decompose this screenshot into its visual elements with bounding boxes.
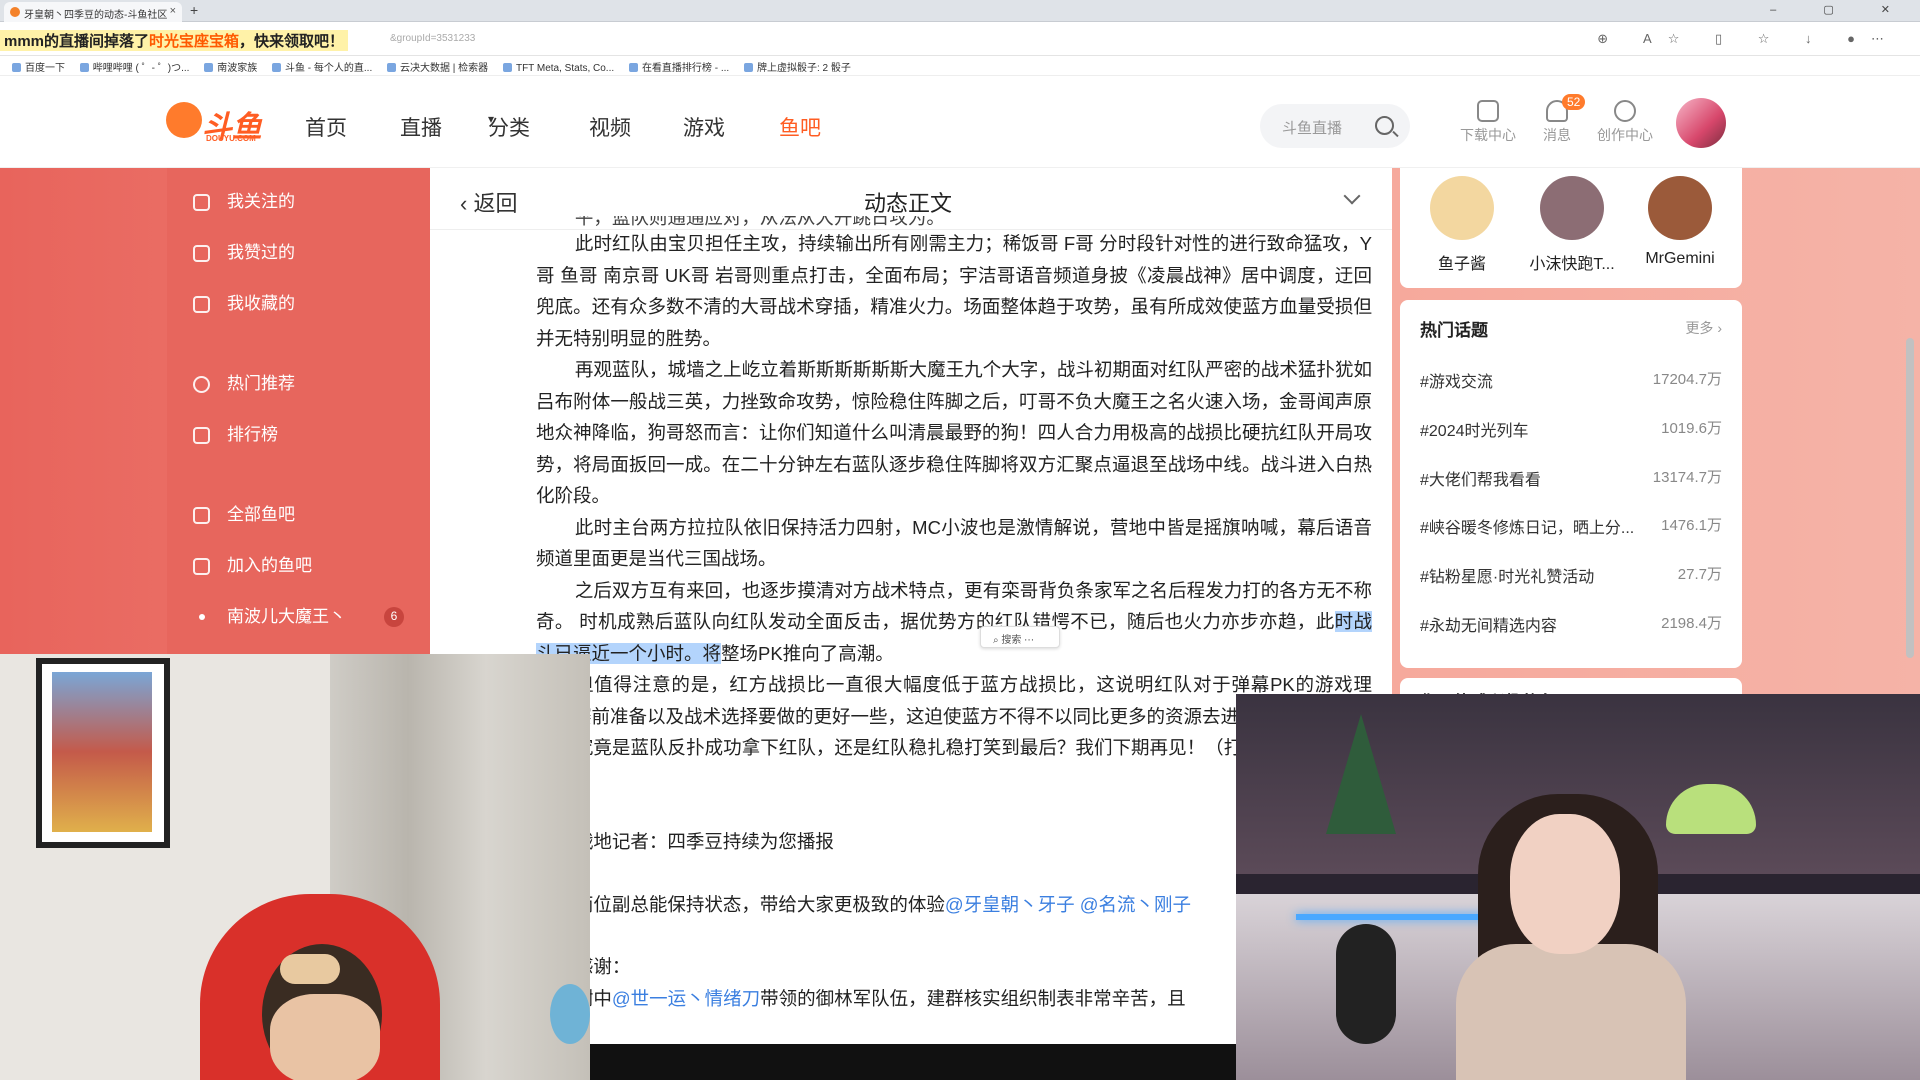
topic-item[interactable]: #永劫无间精选内容 2198.4万: [1420, 612, 1722, 636]
chevron-down-icon[interactable]: [1343, 187, 1361, 205]
bookmark-icon: [193, 558, 210, 575]
bookmark-item[interactable]: TFT Meta, Stats, Co...: [503, 63, 614, 74]
bookmark-item[interactable]: 云决大数据 | 检索器: [387, 59, 488, 74]
yuba-sidebar: 我关注的 我赞过的 我收藏的 热门推荐 排行榜 全部鱼吧 加入的鱼吧 南波儿大魔…: [167, 168, 430, 654]
topic-item[interactable]: #大佬们帮我看看 13174.7万: [1420, 466, 1722, 490]
avatar: [1540, 176, 1604, 240]
fans-card: 鱼子酱 小沫快跑T... MrGemini: [1400, 168, 1742, 288]
wall-poster: [36, 658, 170, 848]
tab-title: 牙皇朝丶四季豆的动态-斗鱼社区: [24, 10, 168, 21]
page-scrollbar[interactable]: [1906, 168, 1914, 688]
home-icon: [193, 507, 210, 524]
bookmark-item[interactable]: 牌上虚拟骰子: 2 骰子: [744, 59, 851, 74]
plush-toy: [550, 984, 590, 1044]
right-column: 鱼子酱 小沫快跑T... MrGemini 热门话题 更多 › #游戏交流 172…: [1400, 168, 1742, 708]
sidebar-item-ranking[interactable]: 排行榜: [167, 419, 430, 451]
mention-link[interactable]: @牙皇朝丶牙子 @名流丶刚子: [945, 894, 1191, 915]
post-paragraph: 再观蓝队，城墙之上屹立着斯斯斯斯斯斯大魔王九个大字，战斗初期面对红队严密的战术猛…: [536, 359, 1372, 506]
thumb-up-icon: [193, 245, 210, 262]
marquee-highlight: 时光宝座宝箱: [149, 33, 240, 50]
browser-tabbar: 牙皇朝丶四季豆的动态-斗鱼社区 × + – ▢ ✕: [0, 0, 1920, 22]
bookmark-item[interactable]: 百度一下: [12, 59, 65, 74]
tab-close-icon[interactable]: ×: [170, 5, 176, 17]
sidebar-item-liked[interactable]: 我赞过的: [167, 237, 430, 269]
nav-yuba[interactable]: 鱼吧: [779, 112, 821, 142]
webcam-left: [0, 654, 590, 1080]
page-title: 动态正文: [864, 191, 953, 216]
post-paragraph: 平，蓝队则通通应对，从法从大开跳日攻为。: [574, 216, 945, 228]
user-avatar[interactable]: [1676, 98, 1726, 148]
topic-item[interactable]: #峡谷暖冬修炼日记，晒上分... 1476.1万: [1420, 514, 1722, 538]
douyu-logo[interactable]: 斗鱼 DOUYU.COM: [166, 100, 266, 144]
avatar: [1648, 176, 1712, 240]
fire-icon: [193, 376, 210, 393]
search-box[interactable]: 斗鱼直播: [1260, 104, 1410, 148]
url-text[interactable]: &groupId=3531233: [390, 33, 475, 44]
nav-live[interactable]: 直播: [400, 112, 442, 142]
streamer-face: [270, 994, 380, 1080]
favorite-icon: [193, 296, 210, 313]
chevron-down-icon: ▾: [488, 112, 495, 126]
more-link[interactable]: 更多 ›: [1685, 318, 1722, 338]
search-input[interactable]: 斗鱼直播: [1282, 120, 1342, 137]
fan-item[interactable]: MrGemini: [1632, 176, 1728, 268]
topic-item[interactable]: #2024时光列车 1019.6万: [1420, 417, 1722, 441]
douyu-favicon-icon: [10, 7, 20, 17]
download-icon: [1477, 100, 1499, 122]
sidebar-item-all-yuba[interactable]: 全部鱼吧: [167, 499, 430, 531]
back-button[interactable]: ‹ 返回: [460, 186, 517, 218]
search-icon[interactable]: [1375, 116, 1394, 135]
sidebar-item-favorites[interactable]: 我收藏的: [167, 288, 430, 320]
nav-game[interactable]: 游戏: [683, 112, 725, 142]
lightbulb-icon: [1614, 100, 1636, 122]
streamer-face: [1510, 814, 1620, 954]
site-header: 斗鱼 DOUYU.COM 首页 直播 分类 ▾ 视频 游戏 鱼吧 斗鱼直播 下载中…: [0, 76, 1920, 168]
webcam-right: [1236, 694, 1920, 1080]
bookmark-item[interactable]: 斗鱼 - 每个人的直...: [272, 59, 372, 74]
avatar: [1430, 176, 1494, 240]
more-icon[interactable]: ⋯: [1024, 635, 1034, 646]
streamer-body: [1456, 944, 1686, 1080]
unread-count-badge: 6: [384, 607, 404, 627]
gift-marquee: mmm的直播间掉落了时光宝座宝箱，快来领取吧！: [0, 30, 349, 51]
post-paragraph: 此时主台两方拉拉队依旧保持活力四射，MC小波也是激情解说，营地中皆是摇旗呐喊，幕…: [536, 516, 1372, 570]
selection-popup[interactable]: ⌕ 搜索 ⋯: [980, 626, 1060, 648]
nav-home[interactable]: 首页: [305, 112, 347, 142]
post-paragraph: 此时红队由宝贝担任主攻，持续输出所有刚需主力；稀饭哥 F哥 分时段针对性的进行致…: [536, 233, 1372, 349]
topic-item[interactable]: #钻粉星愿·时光礼赞活动 27.7万: [1420, 563, 1722, 587]
mention-link[interactable]: @世一运丶情绪刀: [612, 988, 760, 1009]
sidebar-item-joined[interactable]: 加入的鱼吧: [167, 550, 430, 582]
window-controls[interactable]: – ▢ ✕: [1770, 3, 1912, 16]
sidebar-item-following[interactable]: 我关注的: [167, 186, 430, 218]
scrollbar-thumb[interactable]: [1906, 338, 1914, 658]
video-border: [590, 1044, 1236, 1080]
trophy-icon: [193, 427, 210, 444]
microphone: [1336, 924, 1396, 1044]
bookmarks-bar: 百度一下 哔哩哔哩 ( ゜- ゜)つ... 南波家族 斗鱼 - 每个人的直...…: [0, 56, 1920, 76]
message-badge: 52: [1562, 94, 1586, 110]
topic-item[interactable]: #游戏交流 17204.7万: [1420, 368, 1722, 392]
download-center[interactable]: 下载中心: [1453, 100, 1523, 145]
nav-video[interactable]: 视频: [589, 112, 631, 142]
fan-item[interactable]: 小沫快跑T...: [1524, 176, 1620, 274]
hot-topics-title: 热门话题: [1420, 321, 1488, 340]
creator-center[interactable]: 创作中心: [1590, 100, 1660, 145]
bookmark-item[interactable]: 在看直播排行榜 - ...: [629, 59, 729, 74]
bookmark-item[interactable]: 哔哩哔哩 ( ゜- ゜)つ...: [80, 59, 190, 74]
new-tab-button[interactable]: +: [190, 2, 198, 18]
sidebar-item-nanbo[interactable]: 南波儿大魔王丶 6: [167, 601, 430, 633]
messages[interactable]: 52 消息: [1522, 94, 1592, 145]
fan-item[interactable]: 鱼子酱: [1414, 176, 1510, 274]
hot-topics-card: 热门话题 更多 › #游戏交流 17204.7万 #2024时光列车 1019.6万…: [1400, 300, 1742, 668]
address-bar-icons[interactable]: ⊕ A☆ ▯ ☆ ↓ ●⋯: [1597, 31, 1900, 47]
fish-logo-icon: [166, 102, 202, 138]
browser-tab[interactable]: 牙皇朝丶四季豆的动态-斗鱼社区 ×: [4, 2, 182, 22]
bookmark-item[interactable]: 南波家族: [204, 59, 257, 74]
dot-icon: [199, 614, 205, 620]
star-outline-icon: [193, 194, 210, 211]
address-bar[interactable]: mmm的直播间掉落了时光宝座宝箱，快来领取吧！ &groupId=3531233…: [0, 22, 1920, 56]
post-paragraph: 之后双方互有来回，也逐步摸清对方战术特点，更有栾哥背负条家军之名后程发力打的各方…: [536, 579, 1372, 664]
sidebar-item-hot[interactable]: 热门推荐: [167, 368, 430, 400]
